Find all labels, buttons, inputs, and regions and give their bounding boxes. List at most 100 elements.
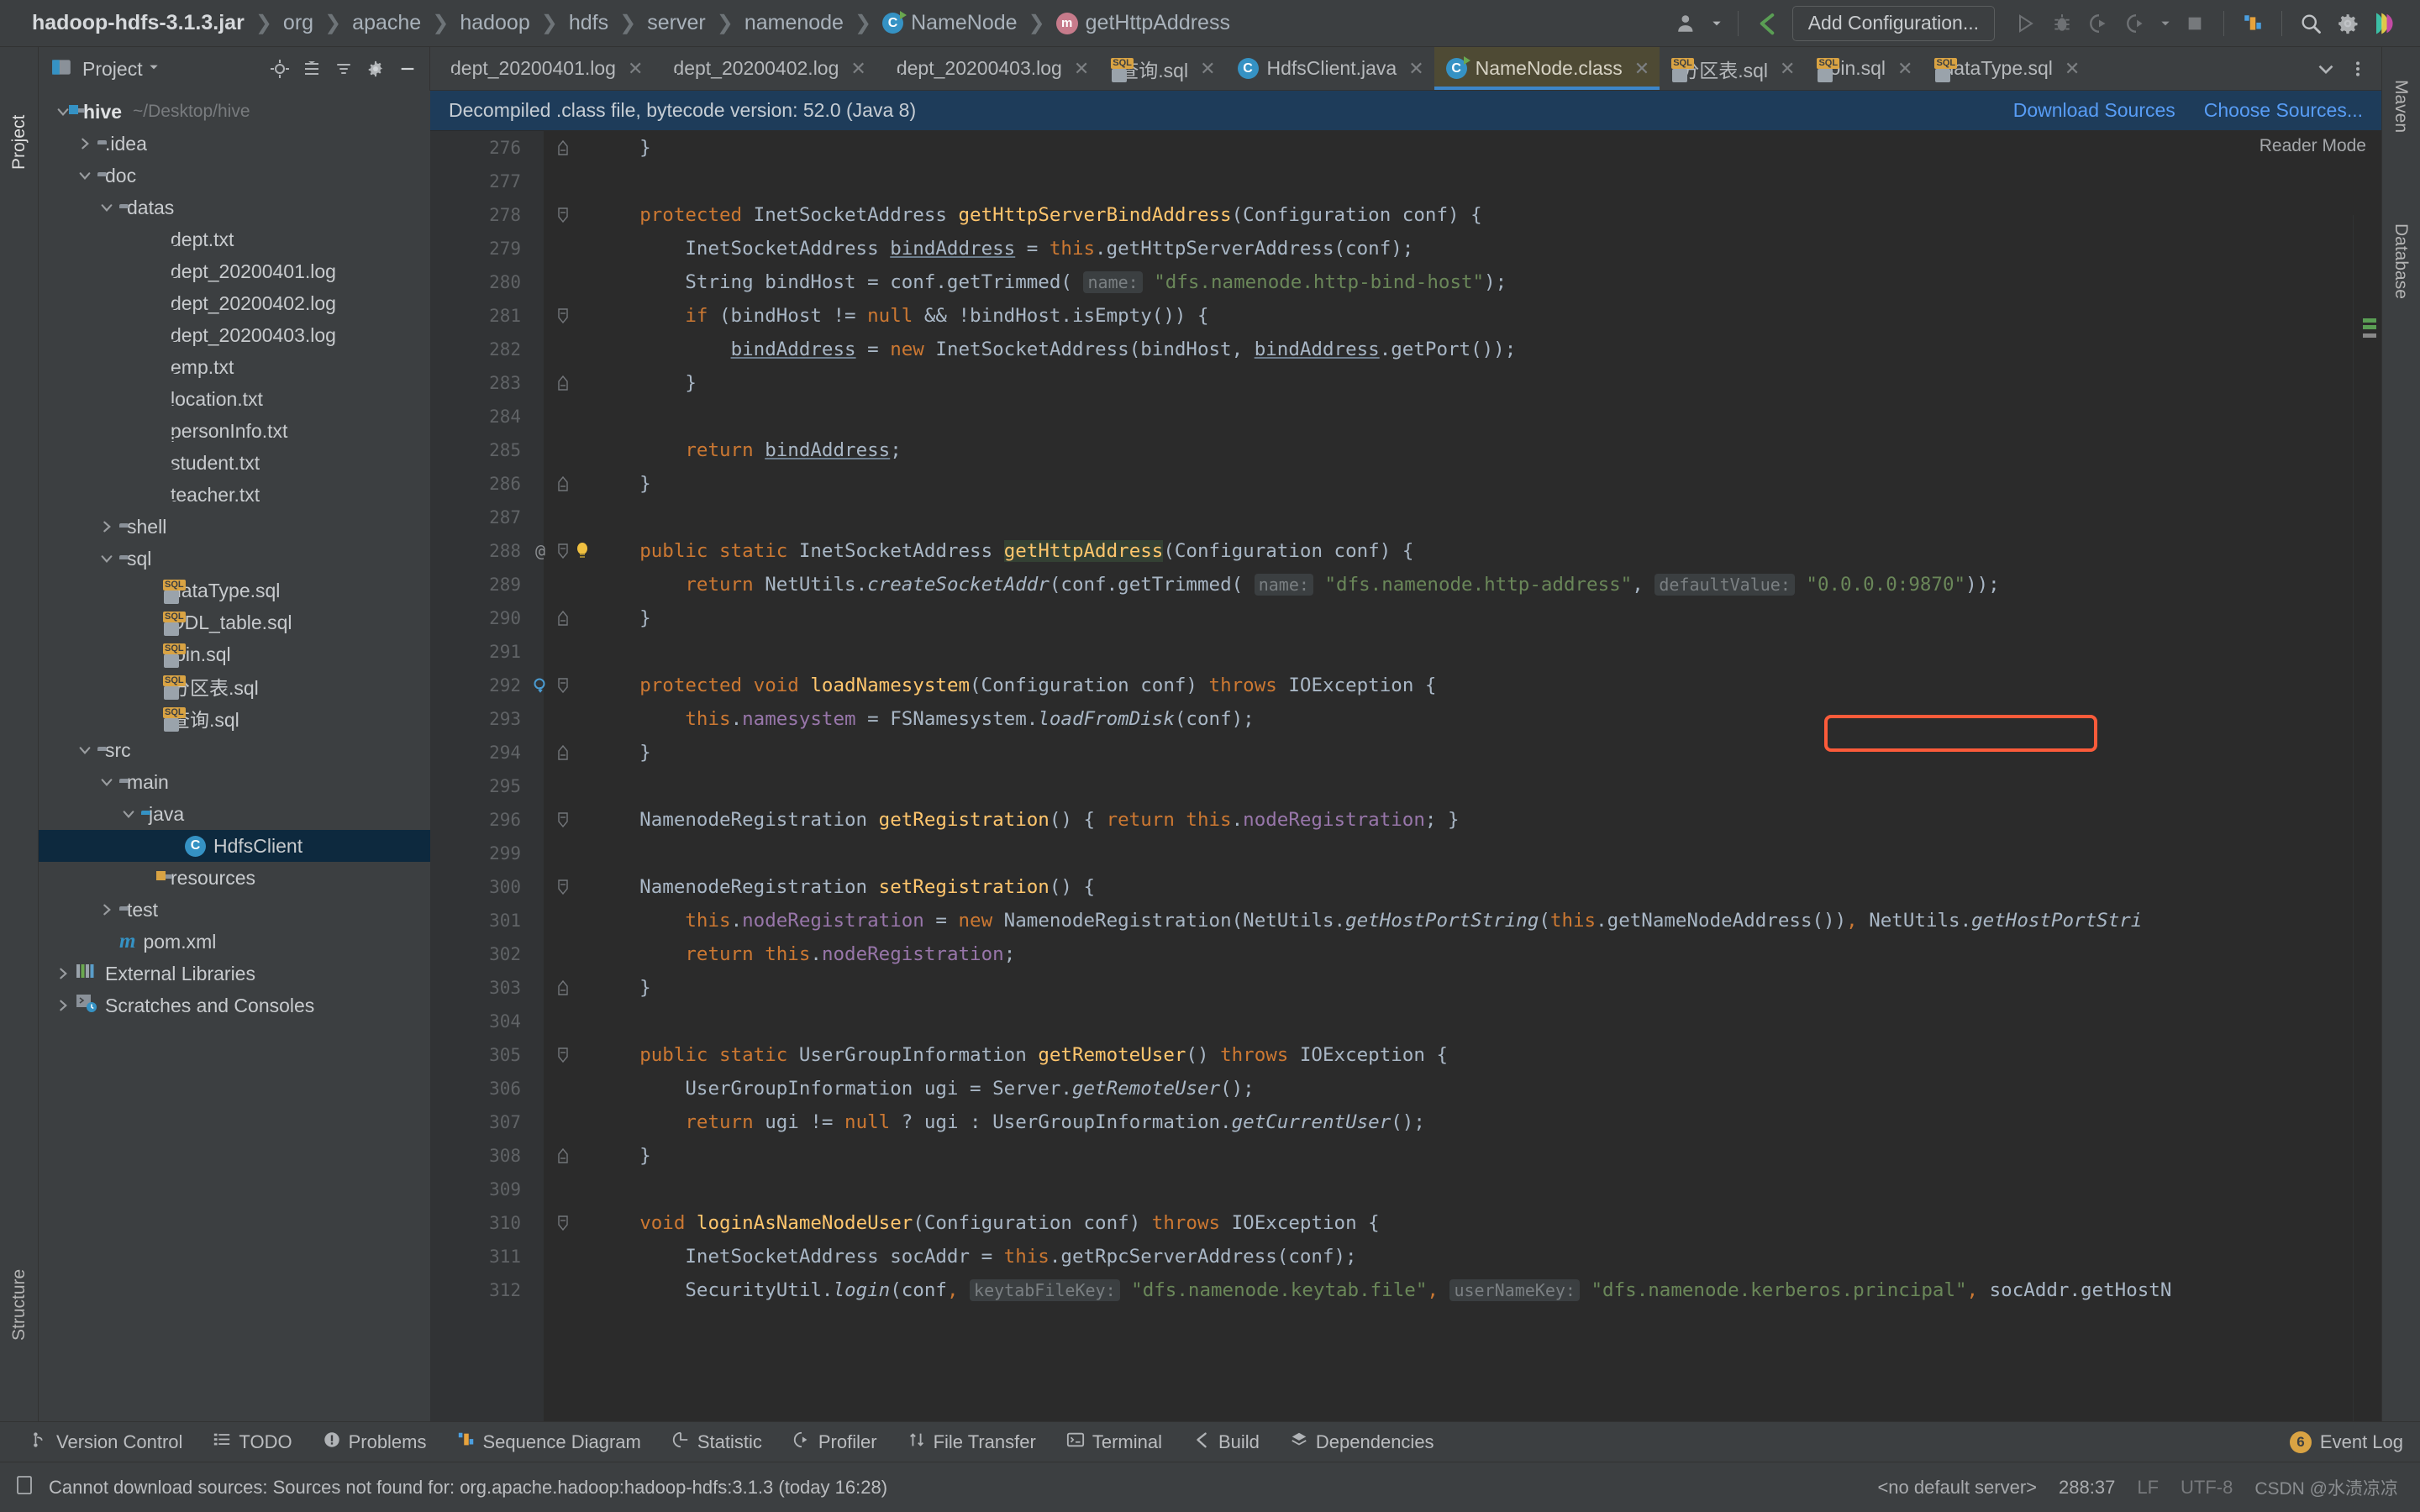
close-icon[interactable]: ✕ <box>628 58 643 80</box>
code-line[interactable]: 292 protected void loadNamesystem(Config… <box>430 669 2381 702</box>
close-icon[interactable]: ✕ <box>1897 58 1912 80</box>
fold-start-icon[interactable] <box>554 870 572 904</box>
tree-item-personinfo-txt[interactable]: personInfo.txt <box>39 415 430 447</box>
tool-window-problems[interactable]: Problems <box>308 1422 442 1462</box>
search-icon[interactable] <box>2292 5 2329 42</box>
tree-item-shell[interactable]: shell <box>39 511 430 543</box>
breadcrumb-item-apache[interactable]: apache <box>352 11 421 35</box>
code-line[interactable]: 278 protected InetSocketAddress getHttpS… <box>430 198 2381 232</box>
tree-item-src[interactable]: src <box>39 734 430 766</box>
fold-end-icon[interactable] <box>554 971 572 1005</box>
expand-all-icon[interactable] <box>297 54 327 84</box>
intention-bulb-icon[interactable] <box>571 534 593 568</box>
chevron-down-icon[interactable] <box>97 198 116 217</box>
breadcrumb-item-server[interactable]: server <box>647 11 705 35</box>
run-coverage-icon[interactable] <box>2081 5 2118 42</box>
tree-item-dept-txt[interactable]: dept.txt <box>39 223 430 255</box>
editor-tab-datatype-sql[interactable]: SQL dataType.sql ✕ <box>1923 47 2090 90</box>
tree-item-location-txt[interactable]: location.txt <box>39 383 430 415</box>
tool-window-profiler[interactable]: Profiler <box>777 1422 892 1462</box>
code-line[interactable]: 299 <box>430 837 2381 870</box>
tree-item-dept_20200403-log[interactable]: dept_20200403.log <box>39 319 430 351</box>
chevron-down-icon[interactable] <box>97 773 116 791</box>
add-configuration-button[interactable]: Add Configuration... <box>1791 5 1995 41</box>
code-line[interactable]: 285 return bindAddress; <box>430 433 2381 467</box>
fold-start-icon[interactable] <box>554 198 572 232</box>
profile-icon[interactable] <box>2118 5 2154 42</box>
code-line[interactable]: 308 } <box>430 1139 2381 1173</box>
reader-mode-label[interactable]: Reader Mode <box>2260 136 2366 156</box>
chevron-right-icon[interactable] <box>54 964 72 983</box>
code-line[interactable]: 294 } <box>430 736 2381 769</box>
error-stripe[interactable] <box>2353 215 2381 1436</box>
code-line[interactable]: 284 <box>430 400 2381 433</box>
user-avatar-icon[interactable] <box>1669 5 1706 42</box>
code-line[interactable]: 282 bindAddress = new InetSocketAddress(… <box>430 333 2381 366</box>
chevron-right-icon[interactable] <box>54 996 72 1015</box>
close-icon[interactable]: ✕ <box>1408 58 1423 80</box>
breadcrumb-item-gethttpaddress[interactable]: m getHttpAddress <box>1055 11 1230 35</box>
code-line[interactable]: 307 return ugi != null ? ugi : UserGroup… <box>430 1105 2381 1139</box>
close-icon[interactable]: ✕ <box>1200 58 1215 80</box>
fold-start-icon[interactable] <box>554 299 572 333</box>
close-icon[interactable]: ✕ <box>1780 58 1795 80</box>
stop-icon[interactable] <box>2176 5 2213 42</box>
tree-item-hdfsclient[interactable]: C HdfsClient <box>39 830 430 862</box>
fold-end-icon[interactable] <box>554 736 572 769</box>
vcs-update-icon[interactable] <box>1749 5 1786 42</box>
chevron-right-icon[interactable] <box>97 517 116 536</box>
code-line[interactable]: 301 this.nodeRegistration = new Namenode… <box>430 904 2381 937</box>
sidebar-tab-maven[interactable]: Maven <box>2381 52 2420 161</box>
code-line[interactable]: 295 <box>430 769 2381 803</box>
tree-item-dept_20200402-log[interactable]: dept_20200402.log <box>39 287 430 319</box>
chevron-down-icon[interactable] <box>2311 54 2341 84</box>
tool-window-build[interactable]: Build <box>1177 1422 1275 1462</box>
tree-item-join-sql[interactable]: SQL join.sql <box>39 638 430 670</box>
editor-tab-hdfsclient-java[interactable]: C HdfsClient.java ✕ <box>1226 47 1434 90</box>
editor-tab-dept_20200402-log[interactable]: dept_20200402.log ✕ <box>653 47 876 90</box>
stripe-mark[interactable] <box>2363 318 2376 323</box>
locate-icon[interactable] <box>265 54 295 84</box>
tool-window-file-transfer[interactable]: File Transfer <box>892 1422 1051 1462</box>
code-line[interactable]: 291 <box>430 635 2381 669</box>
code-content[interactable]: 276 } 277 278 protected InetSocketAddress … <box>430 131 2381 1436</box>
settings-icon[interactable] <box>360 54 391 84</box>
code-line[interactable]: 276 } <box>430 131 2381 165</box>
caret-position[interactable]: 288:37 <box>2059 1477 2115 1499</box>
sidebar-tab-project[interactable]: Project <box>0 52 39 178</box>
editor-tab-dept_20200401-log[interactable]: dept_20200401.log ✕ <box>430 47 653 90</box>
stripe-mark[interactable] <box>2363 333 2376 338</box>
fold-end-icon[interactable] <box>554 467 572 501</box>
fold-start-icon[interactable] <box>554 534 572 568</box>
tree-item--idea[interactable]: .idea <box>39 128 430 160</box>
stripe-mark[interactable] <box>2363 325 2376 329</box>
tree-item-pom-xml[interactable]: m pom.xml <box>39 926 430 958</box>
tool-window-version-control[interactable]: Version Control <box>15 1422 197 1462</box>
chevron-right-icon[interactable] <box>76 134 94 153</box>
close-icon[interactable]: ✕ <box>850 58 865 80</box>
editor-tab-namenode-class[interactable]: C NameNode.class ✕ <box>1434 47 1660 90</box>
close-icon[interactable]: ✕ <box>1074 58 1089 80</box>
sidebar-tab-database[interactable]: Database <box>2381 181 2420 341</box>
annotation-marker-icon[interactable]: @ <box>529 534 551 568</box>
tree-item----sql[interactable]: SQL 查询.sql <box>39 702 430 734</box>
sidebar-tab-structure[interactable]: Structure <box>0 1189 39 1349</box>
code-line[interactable]: 277 <box>430 165 2381 198</box>
code-line[interactable]: 286 } <box>430 467 2381 501</box>
event-log-button[interactable]: 6 Event Log <box>2289 1431 2420 1453</box>
file-encoding[interactable]: UTF-8 <box>2181 1477 2233 1499</box>
code-line[interactable]: 311 InetSocketAddress socAddr = this.get… <box>430 1240 2381 1273</box>
tree-item-datas[interactable]: datas <box>39 192 430 223</box>
tree-item-teacher-txt[interactable]: teacher.txt <box>39 479 430 511</box>
status-message[interactable]: Cannot download sources: Sources not fou… <box>49 1477 887 1499</box>
code-line[interactable]: 310 void loginAsNameNodeUser(Configurati… <box>430 1206 2381 1240</box>
chevron-down-icon[interactable] <box>76 166 94 185</box>
breadcrumb-item-hadoop-hdfs-3-1-3-jar[interactable]: hadoop-hdfs-3.1.3.jar <box>32 11 245 35</box>
tool-window-terminal[interactable]: Terminal <box>1051 1422 1177 1462</box>
debug-icon[interactable] <box>2044 5 2081 42</box>
tree-item-----sql[interactable]: SQL 分区表.sql <box>39 670 430 702</box>
close-icon[interactable]: ✕ <box>2065 58 2080 80</box>
fold-end-icon[interactable] <box>554 1139 572 1173</box>
fold-end-icon[interactable] <box>554 601 572 635</box>
tree-item-ddl_table-sql[interactable]: SQL DDL_table.sql <box>39 606 430 638</box>
